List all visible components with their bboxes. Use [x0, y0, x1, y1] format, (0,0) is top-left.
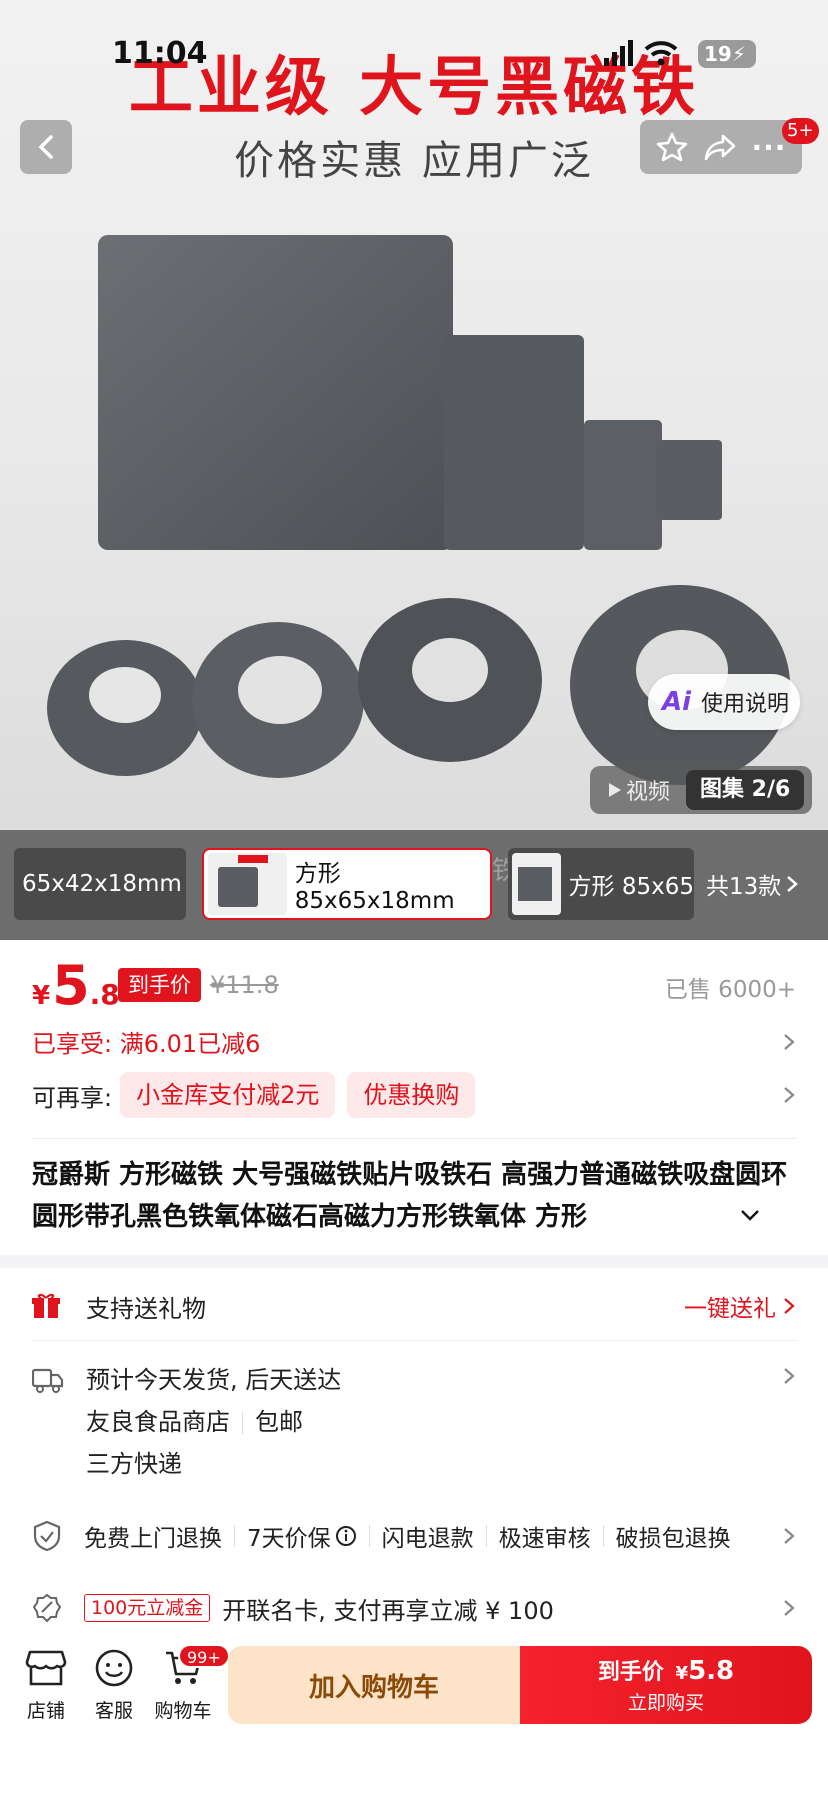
- price-card: ¥ 5 .8 到手价 ¥11.8 已售 6000+ 已享受: 满6.01已减6 …: [0, 940, 828, 1255]
- wifi-icon: [644, 40, 678, 66]
- shipping-estimate: 预计今天发货, 后天送达: [86, 1366, 342, 1394]
- ai-usage-button[interactable]: Ai 使用说明: [648, 674, 800, 730]
- variant-label: 方形 85x65: [568, 874, 694, 900]
- video-tab-label: 视频: [626, 780, 671, 805]
- chevron-right-icon: [784, 1087, 795, 1103]
- play-icon: [609, 783, 621, 797]
- gift-row[interactable]: 支持送礼物 一键送礼: [32, 1282, 796, 1330]
- video-tab[interactable]: 视频: [590, 774, 686, 806]
- promo-tag[interactable]: 优惠换购: [347, 1072, 476, 1118]
- variant-thumbnail: [512, 853, 561, 915]
- battery-level: 19: [704, 42, 732, 66]
- price-decimal: .8: [89, 978, 120, 1011]
- battery-icon: 19⚡: [698, 40, 756, 68]
- buy-price-line: 到手价 ¥5.8: [520, 1654, 812, 1686]
- discount-badge-icon: [32, 1593, 62, 1623]
- free-shipping: 包邮: [255, 1408, 303, 1436]
- chevron-down-icon[interactable]: [740, 1208, 760, 1222]
- chevron-left-icon: [38, 135, 53, 159]
- customer-service-button[interactable]: 客服: [86, 1648, 142, 1723]
- truck-icon: [32, 1368, 64, 1393]
- store-button[interactable]: 店铺: [18, 1648, 74, 1723]
- guarantee-item: 7天价保: [247, 1526, 331, 1552]
- carrier: 三方快递: [86, 1450, 182, 1478]
- product-image-gallery[interactable]: 工业级 大号黑磁铁 价格实惠 应用广泛 11:04 19⚡ ··· 5+ Ai: [0, 0, 828, 830]
- info-icon[interactable]: [335, 1525, 357, 1547]
- guarantee-row[interactable]: 免费上门退换 7天价保 闪电退款 极速审核 破损包退换: [32, 1512, 796, 1560]
- variant-count-button[interactable]: 共13款: [706, 848, 816, 920]
- buy-now-label: 立即购买: [627, 1692, 704, 1714]
- promo-more-label: 可再享:: [32, 1083, 113, 1112]
- chevron-right-icon: [784, 1528, 795, 1544]
- ai-usage-label: 使用说明: [701, 692, 790, 717]
- shipping-shop-line: 友良食品商店 包邮: [86, 1402, 303, 1437]
- buy-now-button[interactable]: 到手价 ¥5.8 立即购买: [520, 1646, 812, 1724]
- store-icon: [25, 1650, 67, 1686]
- price-integer: 5: [52, 954, 90, 1017]
- bottom-bar: 店铺 客服 购物车 99+ 加入购物车 到手价 ¥5.8 立即购买: [0, 1630, 828, 1795]
- ai-icon: Ai: [662, 687, 692, 717]
- variant-thumbnail: [208, 853, 287, 915]
- star-icon[interactable]: [656, 131, 688, 163]
- add-to-cart-button[interactable]: 加入购物车: [228, 1646, 520, 1724]
- shield-check-icon: [33, 1520, 61, 1552]
- buy-price-label: 到手价: [597, 1660, 664, 1685]
- promo-enjoyed: 已享受: 满6.01已减6: [32, 1030, 261, 1058]
- service-card: 支持送礼物 一键送礼 预计今天发货, 后天送达 友良食品商店 包邮 三方快递 免费…: [0, 1268, 828, 1648]
- shop-name: 友良食品商店: [86, 1408, 230, 1436]
- price-badge: 到手价: [118, 968, 201, 1002]
- variant-item-selected[interactable]: 方形 85x65x18mm: [202, 848, 492, 920]
- variant-strip: 脚垫上的常客磁铁 65x42x18mm 方形 85x65x18mm 方形 85x…: [0, 830, 828, 940]
- chevron-right-icon: [784, 1368, 795, 1384]
- smile-chat-icon: [95, 1649, 133, 1687]
- guarantee-item: 闪电退款: [381, 1526, 474, 1552]
- gift-action[interactable]: 一键送礼: [684, 1289, 776, 1323]
- notification-badge: 5+: [782, 118, 819, 144]
- promo-more-row[interactable]: 可再享: 小金库支付减2元 优惠换购: [32, 1072, 796, 1118]
- shipping-row[interactable]: 预计今天发货, 后天送达 友良食品商店 包邮 三方快递: [32, 1360, 796, 1490]
- chevron-right-icon: [787, 876, 799, 892]
- chevron-right-icon: [784, 1298, 795, 1314]
- sold-count: 已售 6000+: [664, 977, 796, 1003]
- guarantee-item: 免费上门退换: [84, 1526, 222, 1552]
- promo-tag[interactable]: 小金库支付减2元: [120, 1072, 336, 1118]
- card-offer-text: 开联名卡, 支付再享立减 ¥ 100: [222, 1596, 554, 1625]
- guarantee-item: 破损包退换: [615, 1526, 731, 1552]
- product-title: 冠爵斯 方形磁铁 大号强磁铁贴片吸铁石 高强力普通磁铁吸盘圆环圆形带孔黑色铁氧体…: [32, 1160, 788, 1232]
- divider: [32, 1340, 796, 1341]
- price-block: ¥ 5 .8: [32, 954, 120, 1017]
- top-action-group: ···: [640, 120, 802, 174]
- buy-price: 5.8: [688, 1656, 735, 1686]
- cart-label: 购物车: [154, 1700, 212, 1722]
- chevron-right-icon: [784, 1033, 795, 1050]
- media-switcher: 视频 图集 2/6: [590, 766, 812, 814]
- gift-icon: [32, 1293, 60, 1318]
- variant-label: 65x42x18mm: [22, 871, 182, 897]
- chevron-right-icon: [784, 1600, 795, 1616]
- store-label: 店铺: [26, 1700, 65, 1722]
- variant-item[interactable]: 方形 85x65: [508, 848, 694, 920]
- cart-badge: 99+: [178, 1644, 230, 1668]
- signal-icon: [604, 40, 634, 68]
- variant-item[interactable]: 65x42x18mm: [14, 848, 186, 920]
- guarantee-item: 极速审核: [498, 1526, 591, 1552]
- guarantee-list: 免费上门退换 7天价保 闪电退款 极速审核 破损包退换: [84, 1519, 764, 1553]
- more-icon[interactable]: ···: [752, 131, 787, 164]
- buy-currency: ¥: [675, 1663, 689, 1684]
- card-offer-badge: 100元立减金: [84, 1594, 211, 1622]
- original-price: ¥11.8: [210, 971, 279, 999]
- status-time: 11:04: [112, 36, 208, 71]
- variant-label: 方形 85x65x18mm: [294, 861, 455, 914]
- album-tab[interactable]: 图集 2/6: [686, 770, 805, 810]
- variant-count: 共13款: [706, 874, 782, 900]
- share-icon[interactable]: [703, 132, 737, 162]
- gift-label: 支持送礼物: [86, 1294, 206, 1323]
- card-offer-row[interactable]: 100元立减金 开联名卡, 支付再享立减 ¥ 100: [32, 1584, 796, 1632]
- price-currency: ¥: [32, 981, 51, 1011]
- back-button[interactable]: [20, 120, 72, 174]
- promo-enjoyed-row[interactable]: 已享受: 满6.01已减6: [32, 1024, 796, 1059]
- service-label: 客服: [94, 1700, 133, 1722]
- divider: [32, 1138, 796, 1139]
